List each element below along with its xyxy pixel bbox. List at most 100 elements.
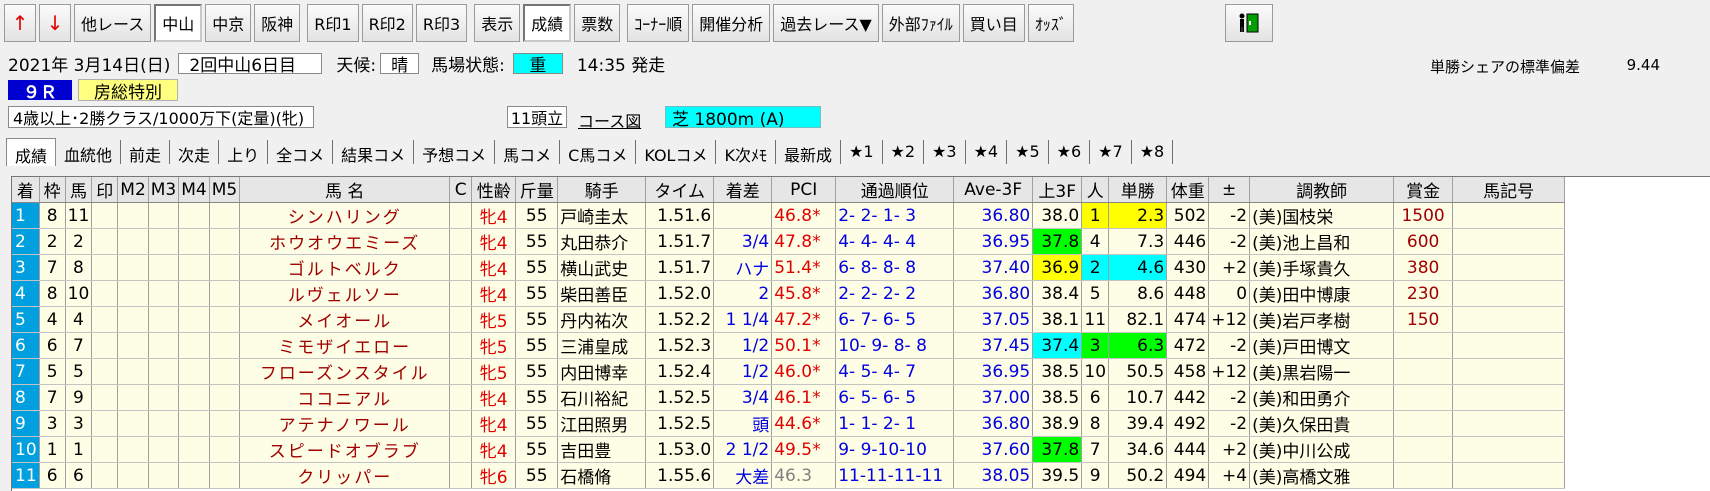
column-header[interactable]: M5 xyxy=(209,177,241,203)
column-header[interactable]: 斤量 xyxy=(515,177,559,203)
venue-nakayama-button[interactable]: 中山 xyxy=(154,4,203,42)
c-cell xyxy=(449,306,473,333)
column-header[interactable]: 着差 xyxy=(713,177,773,203)
next-race-button[interactable]: ↓ xyxy=(39,4,71,42)
race-date: 2021年 3月14日(日) xyxy=(8,55,171,76)
table-row[interactable]: 10 1 1 スピードオブラブ 牝4 55 吉田豊 1.53.0 2 1/2 49.5* 9- 9-… xyxy=(12,436,1566,463)
prev-race-button[interactable]: ↑ xyxy=(4,4,36,42)
column-header[interactable]: 調教師 xyxy=(1249,177,1395,203)
column-header[interactable]: M3 xyxy=(148,177,180,203)
table-row[interactable]: 5 4 4 メイオール 牝5 55 丹内祐次 1.52.2 1 1/4 47.2* 6- 7- 6-… xyxy=(12,306,1566,333)
race-info: 2021年 3月14日(日) 2回中山6日目 天候: 晴 馬場状態: 重 14:… xyxy=(8,52,665,76)
column-header[interactable]: 騎手 xyxy=(557,177,647,203)
column-header[interactable]: 性齢 xyxy=(471,177,517,203)
jockey-cell: 丹内祐次 xyxy=(557,306,647,333)
tab-16[interactable]: ★4 xyxy=(966,140,1008,164)
column-header[interactable]: 着 xyxy=(12,177,40,203)
column-header[interactable]: 上3F xyxy=(1032,177,1083,203)
horse-name-cell: ホウオウエミーズ xyxy=(239,228,451,255)
tab-2[interactable]: 前走 xyxy=(121,140,171,165)
past-races-dropdown[interactable]: 過去レース▼ xyxy=(773,4,879,42)
meeting-analysis-button[interactable]: 開催分析 xyxy=(692,4,771,42)
race-mark-1-button[interactable]: R印1 xyxy=(307,4,359,42)
tab-20[interactable]: ★8 xyxy=(1132,140,1174,164)
tab-7[interactable]: 予想コメ xyxy=(414,140,496,165)
exit-button[interactable] xyxy=(1224,4,1273,42)
tab-19[interactable]: ★7 xyxy=(1090,140,1132,164)
external-file-button[interactable]: 外部ﾌｧｲﾙ xyxy=(881,4,960,42)
track-condition: 重 xyxy=(512,52,563,76)
tab-18[interactable]: ★6 xyxy=(1049,140,1091,164)
votes-button[interactable]: 票数 xyxy=(574,4,621,42)
table-row[interactable]: 3 7 8 ゴルトベルク 牝4 55 横山武史 1.51.7 ハナ 51.4* 6- 8- 8- 8… xyxy=(12,254,1566,281)
results-button[interactable]: 成績 xyxy=(523,4,572,42)
column-header[interactable]: 印 xyxy=(91,177,119,203)
column-header[interactable]: 馬記号 xyxy=(1452,177,1566,203)
table-header: 着枠馬印 M2 M3 M4 M5 馬 名 C 性齢 斤量 騎手 タイム 着差 PCI 通過順位 Ave-3F… xyxy=(12,177,1566,203)
column-header[interactable]: PCI xyxy=(771,177,837,203)
corner-order-button[interactable]: ｺｰﾅｰ順 xyxy=(627,4,690,42)
mark2-cell xyxy=(117,358,149,385)
column-header[interactable]: 賞金 xyxy=(1393,177,1454,203)
column-header[interactable]: 体重 xyxy=(1166,177,1210,203)
tab-15[interactable]: ★3 xyxy=(924,140,966,164)
mark5-cell xyxy=(209,202,241,229)
column-header[interactable]: 枠 xyxy=(39,177,66,203)
table-row[interactable]: 8 7 9 ココニアル 牝4 55 石川裕紀 1.52.5 3/4 46.1* 6- 5- 6- 5… xyxy=(12,384,1566,411)
table-row[interactable]: 2 2 2 ホウオウエミーズ 牝4 55 丸田恭介 1.51.7 3/4 47.8* 4- 4- 4… xyxy=(12,228,1566,255)
table-row[interactable]: 11 6 6 クリッパー 牝6 55 石橋脩 1.55.6 大差 46.3 11-11-11-11 3… xyxy=(12,462,1566,489)
column-header[interactable]: Ave-3F xyxy=(953,177,1034,203)
tab-3[interactable]: 次走 xyxy=(170,140,220,165)
column-header[interactable]: 人 xyxy=(1081,177,1110,203)
display-button[interactable]: 表示 xyxy=(474,4,521,42)
trainer-cell: (美)和田勇介 xyxy=(1249,384,1395,411)
column-header[interactable]: M2 xyxy=(117,177,149,203)
tab-17[interactable]: ★5 xyxy=(1007,140,1049,164)
bet-button[interactable]: 買い目 xyxy=(962,4,1025,42)
jockey-cell: 石川裕紀 xyxy=(557,384,647,411)
race-name: 房総特別 xyxy=(78,79,178,103)
race-mark-3-button[interactable]: R印3 xyxy=(415,4,468,42)
column-header[interactable]: 馬 xyxy=(65,177,93,203)
venue-hanshin-button[interactable]: 阪神 xyxy=(254,4,301,42)
tab-14[interactable]: ★2 xyxy=(883,140,925,164)
c-cell xyxy=(449,202,473,229)
race-mark-2-button[interactable]: R印2 xyxy=(361,4,413,42)
tab-8[interactable]: 馬コメ xyxy=(495,140,561,165)
column-header[interactable]: 馬 名 xyxy=(239,177,451,203)
tab-5[interactable]: 全コメ xyxy=(268,140,334,165)
tab-11[interactable]: K次ﾒﾓ xyxy=(716,140,776,165)
table-row[interactable]: 7 5 5 フローズンスタイル 牝5 55 内田博幸 1.52.4 1/2 46.0* 4- 5- … xyxy=(12,358,1566,385)
tab-1[interactable]: 血統他 xyxy=(56,140,122,165)
passing-cell: 9- 9-10-10 xyxy=(835,436,955,463)
column-header[interactable]: タイム xyxy=(645,177,715,203)
column-header[interactable]: M4 xyxy=(178,177,210,203)
tab-0[interactable]: 成績 xyxy=(6,138,57,166)
tab-13[interactable]: ★1 xyxy=(841,140,883,164)
column-header[interactable]: ± xyxy=(1208,177,1251,203)
mark-cell xyxy=(91,254,119,281)
tab-4[interactable]: 上り xyxy=(219,140,269,165)
venue-chukyo-button[interactable]: 中京 xyxy=(205,4,252,42)
horse-mark-cell xyxy=(1452,410,1566,437)
table-row[interactable]: 9 3 3 アテナノワール 牝4 55 江田照男 1.52.5 頭 44.6* 1- 1- 2- 1… xyxy=(12,410,1566,437)
column-header[interactable]: C xyxy=(449,177,473,203)
table-row[interactable]: 1 8 11 シンハリング 牝4 55 戸崎圭太 1.51.6 46.8* 2- 2- 1- 33… xyxy=(12,202,1566,229)
tab-12[interactable]: 最新成 xyxy=(776,140,841,165)
table-row[interactable]: 6 6 7 ミモザイエロー 牝5 55 三浦皇成 1.52.3 1/2 50.1* 10- 9- 8… xyxy=(12,332,1566,359)
horse-number-cell: 6 xyxy=(65,462,93,489)
tab-6[interactable]: 結果コメ xyxy=(333,140,415,165)
tab-10[interactable]: KOLコメ xyxy=(636,140,717,165)
tab-9[interactable]: C馬コメ xyxy=(560,140,637,165)
course-map-link[interactable]: コース図 xyxy=(578,108,641,132)
horse-number-cell: 7 xyxy=(65,332,93,359)
sex-age-cell: 牝4 xyxy=(471,410,517,437)
table-row[interactable]: 4 8 10 ルヴェルソー 牝4 55 柴田善臣 1.52.0 2 45.8* 2- 2- 2- 2… xyxy=(12,280,1566,307)
mark3-cell xyxy=(148,254,180,281)
mark4-cell xyxy=(178,410,210,437)
odds-button[interactable]: ｵｯｽﾞ xyxy=(1027,4,1074,42)
column-header[interactable]: 通過順位 xyxy=(835,177,955,203)
rank-cell: 2 xyxy=(12,228,40,255)
column-header[interactable]: 単勝 xyxy=(1108,177,1168,203)
other-race-button[interactable]: 他レース xyxy=(74,4,152,42)
